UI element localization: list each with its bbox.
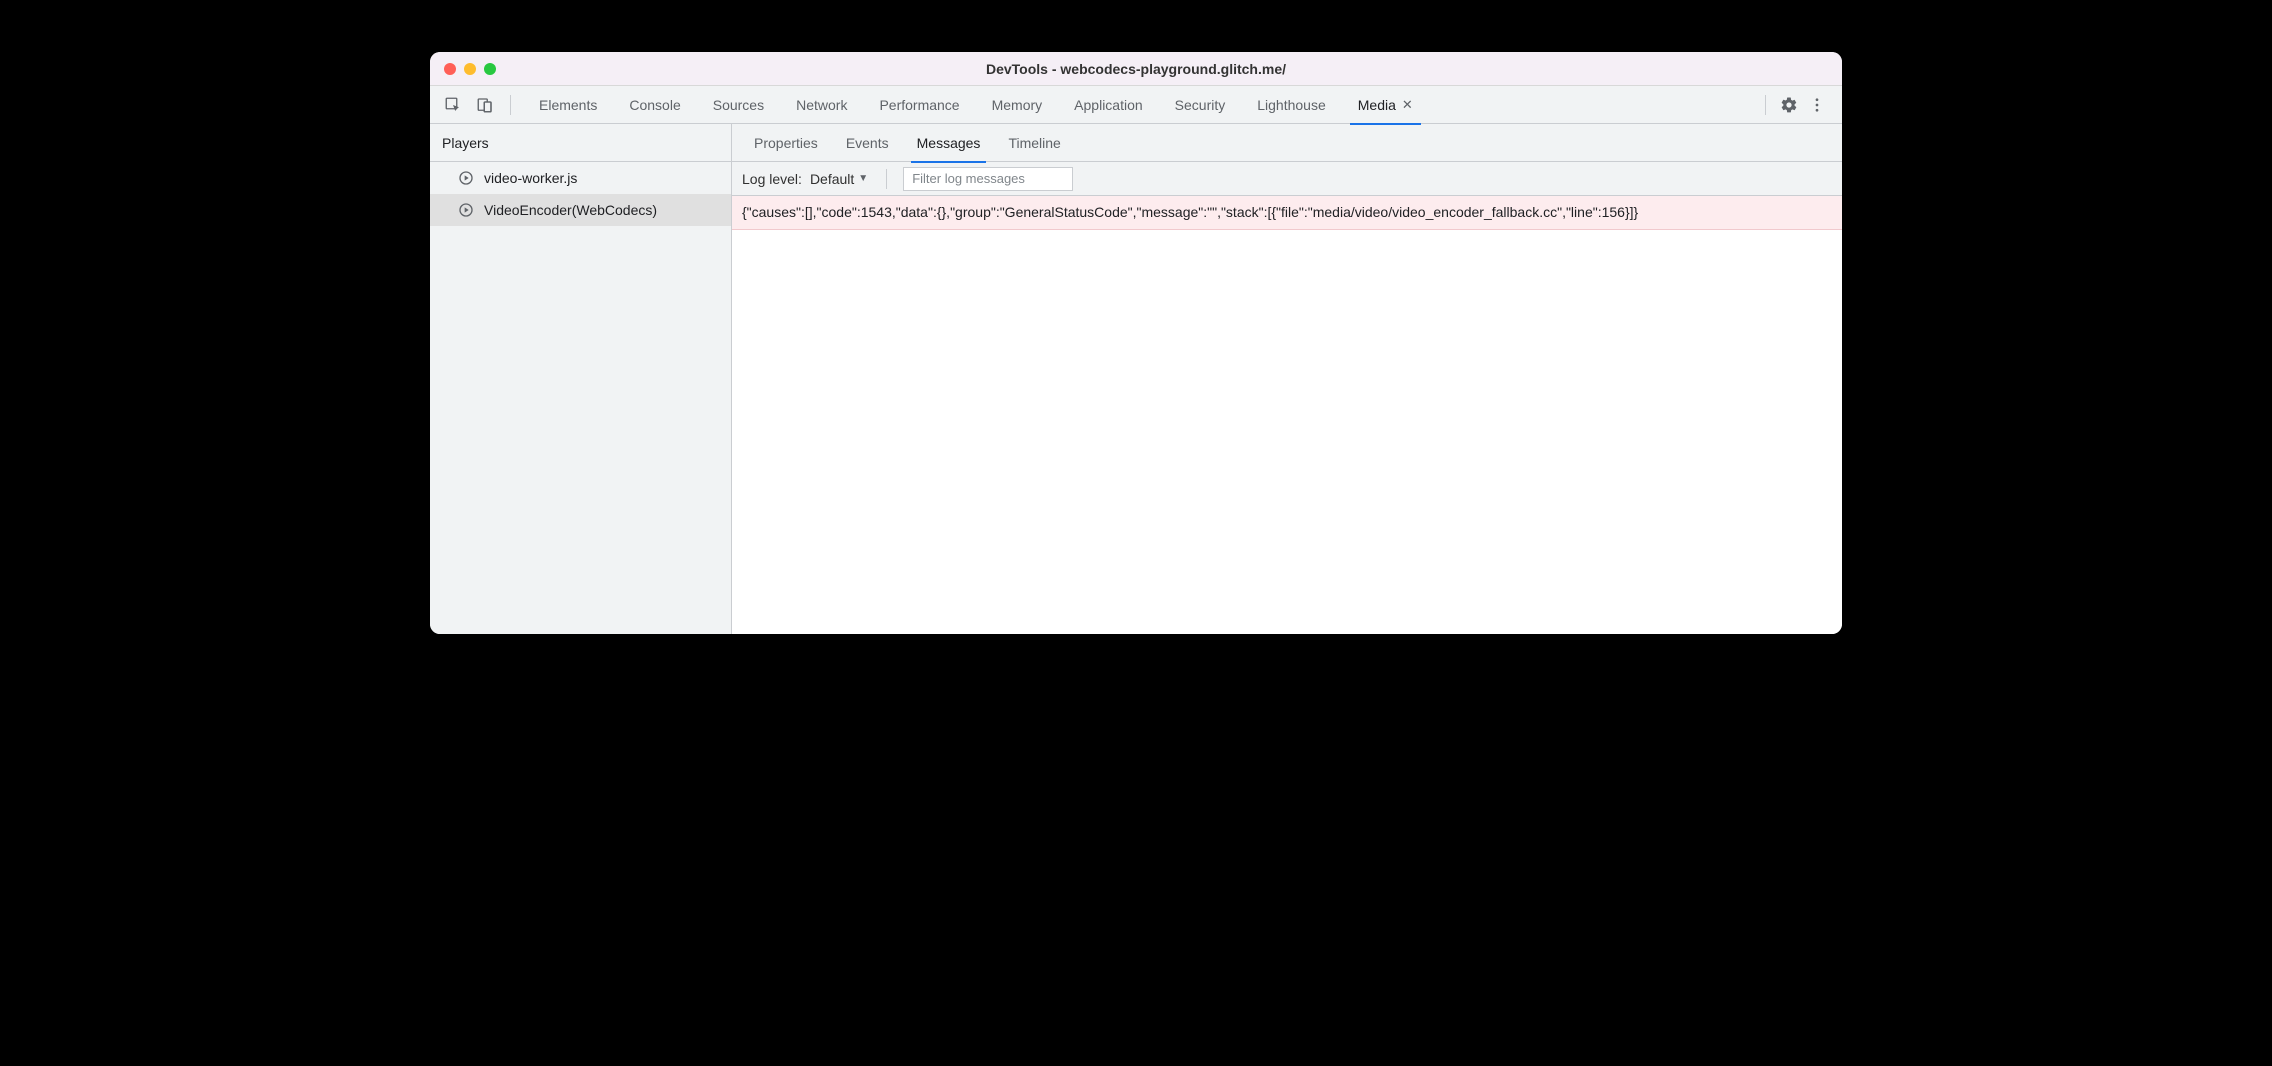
subtab-timeline[interactable]: Timeline xyxy=(994,124,1074,162)
titlebar: DevTools - webcodecs-playground.glitch.m… xyxy=(430,52,1842,86)
subtab-label: Timeline xyxy=(1008,135,1060,151)
tab-sources[interactable]: Sources xyxy=(697,86,780,124)
log-level-control: Log level: Default ▼ xyxy=(742,169,870,189)
kebab-menu-icon[interactable] xyxy=(1806,94,1828,116)
subtab-label: Messages xyxy=(917,135,981,151)
subtab-events[interactable]: Events xyxy=(832,124,903,162)
play-icon xyxy=(458,170,474,186)
log-level-label: Log level: xyxy=(742,171,802,187)
tab-application[interactable]: Application xyxy=(1058,86,1159,124)
sub-tabs: Properties Events Messages Timeline xyxy=(732,124,1842,162)
tab-security[interactable]: Security xyxy=(1159,86,1242,124)
sidebar-header: Players xyxy=(430,124,731,162)
main-tabstrip: Elements Console Sources Network Perform… xyxy=(430,86,1842,124)
window-title: DevTools - webcodecs-playground.glitch.m… xyxy=(430,61,1842,77)
player-item[interactable]: video-worker.js xyxy=(430,162,731,194)
tab-console[interactable]: Console xyxy=(613,86,696,124)
chevron-down-icon: ▼ xyxy=(858,173,868,184)
subtab-label: Properties xyxy=(754,135,818,151)
tab-network[interactable]: Network xyxy=(780,86,863,124)
subtab-properties[interactable]: Properties xyxy=(740,124,832,162)
tab-label: Lighthouse xyxy=(1257,97,1326,113)
tab-label: Performance xyxy=(879,97,959,113)
subtab-messages[interactable]: Messages xyxy=(903,124,995,162)
close-icon[interactable]: ✕ xyxy=(1402,98,1413,111)
play-icon xyxy=(458,202,474,218)
tab-label: Application xyxy=(1074,97,1143,113)
tab-label: Security xyxy=(1175,97,1226,113)
tab-label: Console xyxy=(629,97,680,113)
content-panel: Properties Events Messages Timeline Log … xyxy=(732,124,1842,634)
tab-label: Sources xyxy=(713,97,764,113)
tab-media[interactable]: Media ✕ xyxy=(1342,86,1429,124)
tab-performance[interactable]: Performance xyxy=(863,86,975,124)
subtab-label: Events xyxy=(846,135,889,151)
filter-input[interactable] xyxy=(903,167,1073,191)
toolbar-divider xyxy=(1765,95,1766,115)
messages-toolbar: Log level: Default ▼ xyxy=(732,162,1842,196)
log-message-text: {"causes":[],"code":1543,"data":{},"grou… xyxy=(742,204,1638,220)
inspect-element-icon[interactable] xyxy=(442,94,464,116)
toolbar-divider xyxy=(886,169,887,189)
devtools-window: DevTools - webcodecs-playground.glitch.m… xyxy=(430,52,1842,634)
players-list: video-worker.js VideoEncoder(WebCodecs) xyxy=(430,162,731,226)
tab-lighthouse[interactable]: Lighthouse xyxy=(1241,86,1342,124)
tab-label: Media xyxy=(1358,97,1396,113)
toolbar-left xyxy=(438,94,504,116)
tab-label: Elements xyxy=(539,97,597,113)
panel-body: Players video-worker.js xyxy=(430,124,1842,634)
main-tabs: Elements Console Sources Network Perform… xyxy=(523,86,1759,124)
device-toolbar-icon[interactable] xyxy=(474,94,496,116)
log-level-value: Default xyxy=(810,171,854,187)
log-level-select[interactable]: Default ▼ xyxy=(808,169,870,189)
log-message-error[interactable]: {"causes":[],"code":1543,"data":{},"grou… xyxy=(732,196,1842,230)
toolbar-right xyxy=(1759,94,1834,116)
messages-list: {"causes":[],"code":1543,"data":{},"grou… xyxy=(732,196,1842,634)
tab-elements[interactable]: Elements xyxy=(523,86,613,124)
tab-memory[interactable]: Memory xyxy=(976,86,1059,124)
gear-icon[interactable] xyxy=(1778,94,1800,116)
tab-label: Memory xyxy=(992,97,1043,113)
toolbar-divider xyxy=(510,95,511,115)
player-label: VideoEncoder(WebCodecs) xyxy=(484,202,657,218)
players-sidebar: Players video-worker.js xyxy=(430,124,732,634)
player-item[interactable]: VideoEncoder(WebCodecs) xyxy=(430,194,731,226)
tab-label: Network xyxy=(796,97,847,113)
player-label: video-worker.js xyxy=(484,170,577,186)
